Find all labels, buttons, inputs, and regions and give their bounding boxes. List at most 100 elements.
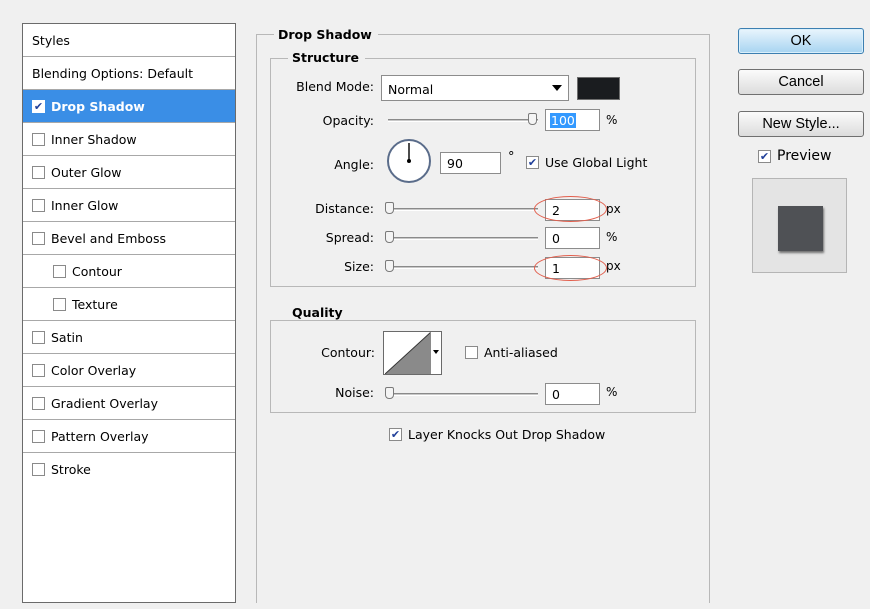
noise-value: 0 bbox=[552, 387, 560, 402]
size-slider-thumb[interactable] bbox=[385, 260, 394, 272]
blend-mode-select[interactable]: Normal bbox=[381, 75, 569, 101]
style-item-stroke[interactable]: Stroke bbox=[23, 453, 235, 486]
satin-checkbox[interactable] bbox=[32, 330, 45, 344]
gradient-overlay-checkbox[interactable] bbox=[32, 396, 45, 410]
preview-swatch bbox=[778, 206, 823, 251]
contour-checkbox[interactable] bbox=[53, 264, 66, 278]
contour-picker[interactable] bbox=[383, 331, 442, 375]
spread-slider-thumb[interactable] bbox=[385, 231, 394, 243]
style-item-color-overlay[interactable]: Color Overlay bbox=[23, 354, 235, 387]
angle-input[interactable]: 90 bbox=[440, 152, 501, 174]
distance-slider-thumb[interactable] bbox=[385, 202, 394, 214]
opacity-label: Opacity: bbox=[322, 113, 374, 128]
outer-glow-checkbox[interactable] bbox=[32, 165, 45, 179]
spread-label: Spread: bbox=[325, 230, 374, 245]
style-item-label: Color Overlay bbox=[51, 362, 137, 378]
style-item-label: Gradient Overlay bbox=[51, 395, 158, 411]
style-item-pattern-overlay[interactable]: Pattern Overlay bbox=[23, 420, 235, 453]
size-slider-track[interactable] bbox=[388, 266, 538, 269]
spread-input[interactable]: 0 bbox=[545, 227, 600, 249]
angle-label: Angle: bbox=[334, 157, 374, 172]
inner-shadow-checkbox[interactable] bbox=[32, 132, 45, 146]
ok-button[interactable]: OK bbox=[738, 28, 864, 54]
distance-slider-track[interactable] bbox=[388, 208, 538, 211]
style-item-texture[interactable]: Texture bbox=[23, 288, 235, 321]
structure-title: Structure bbox=[288, 50, 365, 65]
layer-knocks-out[interactable]: Layer Knocks Out Drop Shadow bbox=[389, 427, 605, 442]
distance-label: Distance: bbox=[315, 201, 374, 216]
styles-header[interactable]: Styles bbox=[23, 24, 235, 57]
blending-options-item[interactable]: Blending Options: Default bbox=[23, 57, 235, 90]
new-style-button[interactable]: New Style... bbox=[738, 111, 864, 137]
preview-checkbox[interactable] bbox=[758, 149, 771, 163]
size-unit: px bbox=[606, 259, 621, 273]
layer-knocks-out-label: Layer Knocks Out Drop Shadow bbox=[408, 427, 606, 442]
preview-box bbox=[752, 178, 847, 273]
drop-shadow-title: Drop Shadow bbox=[274, 27, 378, 42]
inner-glow-checkbox[interactable] bbox=[32, 198, 45, 212]
style-item-contour[interactable]: Contour bbox=[23, 255, 235, 288]
contour-curve-icon bbox=[385, 332, 431, 374]
style-item-label: Satin bbox=[51, 329, 83, 345]
style-item-label: Stroke bbox=[51, 461, 91, 477]
opacity-slider-thumb[interactable] bbox=[528, 113, 537, 125]
noise-label: Noise: bbox=[335, 385, 374, 400]
style-item-bevel-emboss[interactable]: Bevel and Emboss bbox=[23, 222, 235, 255]
stroke-checkbox[interactable] bbox=[32, 462, 45, 476]
use-global-light[interactable]: Use Global Light bbox=[526, 155, 647, 170]
cancel-button[interactable]: Cancel bbox=[738, 69, 864, 95]
spread-unit: % bbox=[606, 230, 618, 244]
styles-list: Styles Blending Options: Default Drop Sh… bbox=[22, 23, 236, 603]
anti-aliased[interactable]: Anti-aliased bbox=[465, 345, 558, 360]
style-item-label: Inner Shadow bbox=[51, 131, 137, 147]
blending-options-label: Blending Options: Default bbox=[32, 65, 193, 81]
texture-checkbox[interactable] bbox=[53, 297, 66, 311]
quality-title: Quality bbox=[288, 305, 349, 320]
dropdown-arrow-icon bbox=[433, 350, 439, 354]
noise-unit: % bbox=[606, 385, 618, 399]
style-item-satin[interactable]: Satin bbox=[23, 321, 235, 354]
blend-mode-label: Blend Mode: bbox=[296, 79, 374, 94]
opacity-slider-track[interactable] bbox=[388, 119, 538, 122]
distance-highlight-ellipse bbox=[534, 196, 607, 222]
opacity-value: 100 bbox=[550, 113, 576, 128]
color-overlay-checkbox[interactable] bbox=[32, 363, 45, 377]
angle-dial[interactable] bbox=[385, 137, 433, 185]
style-item-label: Contour bbox=[72, 263, 122, 279]
noise-slider-track[interactable] bbox=[388, 393, 538, 396]
style-item-label: Texture bbox=[72, 296, 118, 312]
dropdown-arrow-icon bbox=[552, 85, 562, 91]
angle-value: 90 bbox=[447, 156, 463, 171]
shadow-color-swatch[interactable] bbox=[577, 77, 620, 100]
style-item-inner-shadow[interactable]: Inner Shadow bbox=[23, 123, 235, 156]
style-item-drop-shadow[interactable]: Drop Shadow bbox=[23, 90, 235, 123]
pattern-overlay-checkbox[interactable] bbox=[32, 429, 45, 443]
anti-aliased-label: Anti-aliased bbox=[484, 345, 558, 360]
style-item-label: Outer Glow bbox=[51, 164, 122, 180]
style-item-outer-glow[interactable]: Outer Glow bbox=[23, 156, 235, 189]
opacity-input[interactable]: 100 bbox=[545, 109, 600, 131]
contour-label: Contour: bbox=[321, 345, 375, 360]
use-global-light-label: Use Global Light bbox=[545, 155, 648, 170]
preview-label: Preview bbox=[777, 148, 832, 164]
use-global-light-checkbox[interactable] bbox=[526, 156, 539, 169]
layer-knocks-out-checkbox[interactable] bbox=[389, 428, 402, 441]
style-item-gradient-overlay[interactable]: Gradient Overlay bbox=[23, 387, 235, 420]
opacity-unit: % bbox=[606, 113, 618, 127]
spread-value: 0 bbox=[552, 231, 560, 246]
blend-mode-value: Normal bbox=[388, 82, 434, 97]
contour-dropdown-button[interactable] bbox=[430, 332, 441, 374]
style-item-inner-glow[interactable]: Inner Glow bbox=[23, 189, 235, 222]
drop-shadow-checkbox[interactable] bbox=[32, 99, 45, 113]
style-item-label: Bevel and Emboss bbox=[51, 230, 166, 246]
size-highlight-ellipse bbox=[534, 255, 607, 281]
size-label: Size: bbox=[344, 259, 374, 274]
noise-input[interactable]: 0 bbox=[545, 383, 600, 405]
bevel-emboss-checkbox[interactable] bbox=[32, 231, 45, 245]
angle-unit: ° bbox=[508, 150, 515, 165]
noise-slider-thumb[interactable] bbox=[385, 387, 394, 399]
spread-slider-track[interactable] bbox=[388, 237, 538, 240]
anti-aliased-checkbox[interactable] bbox=[465, 346, 478, 359]
styles-header-label: Styles bbox=[32, 32, 70, 48]
preview-toggle[interactable]: Preview bbox=[758, 148, 832, 164]
